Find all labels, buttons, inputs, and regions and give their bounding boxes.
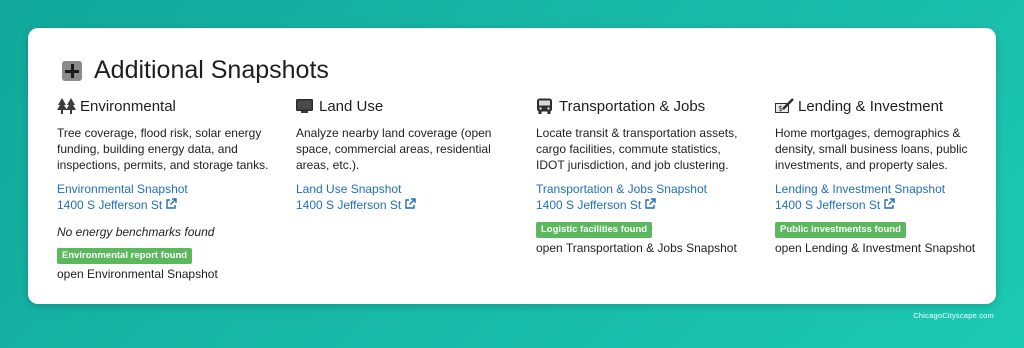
land-use-title: Land Use [319, 97, 384, 115]
snapshots-card: Additional Snapshots Environmental Tree … [28, 28, 996, 304]
land-use-address-text: 1400 S Jefferson St [296, 198, 402, 212]
lending-description: Home mortgages, demographics & density, … [775, 126, 968, 172]
land-use-description: Analyze nearby land coverage (open space… [296, 126, 492, 172]
external-link-icon [884, 198, 895, 209]
environmental-description: Tree coverage, flood risk, solar energy … [57, 126, 269, 172]
transportation-header: Transportation & Jobs [536, 96, 751, 116]
transportation-description: Locate transit & transportation assets, … [536, 126, 738, 172]
land-use-snapshot-link[interactable]: Land Use Snapshot [296, 181, 511, 197]
lending-address-link[interactable]: 1400 S Jefferson St [775, 197, 990, 213]
lending-address-text: 1400 S Jefferson St [775, 198, 881, 212]
open-lending-snapshot[interactable]: open Lending & Investment Snapshot [775, 240, 990, 256]
money-pen-icon: $ [775, 98, 794, 114]
transportation-status-badge: Logistic facilities found [536, 222, 653, 238]
external-link-icon [645, 198, 656, 209]
open-transportation-snapshot[interactable]: open Transportation & Jobs Snapshot [536, 240, 751, 256]
open-environmental-snapshot[interactable]: open Environmental Snapshot [57, 266, 272, 282]
environmental-column: Environmental Tree coverage, flood risk,… [57, 96, 272, 282]
environmental-snapshot-link[interactable]: Environmental Snapshot [57, 181, 272, 197]
svg-text:$: $ [778, 104, 783, 113]
land-use-header: Land Use [296, 96, 511, 116]
transportation-address-text: 1400 S Jefferson St [536, 198, 642, 212]
land-use-address-link[interactable]: 1400 S Jefferson St [296, 197, 511, 213]
external-link-icon [166, 198, 177, 209]
watermark: ChicagoCityscape.com [913, 311, 994, 320]
bus-icon [536, 98, 555, 114]
environmental-address-text: 1400 S Jefferson St [57, 198, 163, 212]
transportation-snapshot-link[interactable]: Transportation & Jobs Snapshot [536, 181, 751, 197]
external-link-icon [405, 198, 416, 209]
land-use-column: Land Use Analyze nearby land coverage (o… [296, 96, 511, 213]
transportation-title: Transportation & Jobs [559, 97, 706, 115]
environmental-address-link[interactable]: 1400 S Jefferson St [57, 197, 272, 213]
lending-status-badge: Public investmentss found [775, 222, 906, 238]
card-header: Additional Snapshots [62, 56, 329, 85]
energy-benchmark-note: No energy benchmarks found [57, 225, 215, 239]
environmental-header: Environmental [57, 96, 272, 116]
plus-square-icon [62, 60, 82, 81]
lending-column: $ Lending & Investment Home mortgages, d… [775, 96, 990, 256]
transportation-address-link[interactable]: 1400 S Jefferson St [536, 197, 751, 213]
lending-snapshot-link[interactable]: Lending & Investment Snapshot [775, 181, 990, 197]
environmental-status-badge: Environmental report found [57, 248, 193, 264]
trees-icon [57, 98, 76, 114]
environmental-title: Environmental [80, 97, 176, 115]
lending-title: Lending & Investment [798, 97, 944, 115]
monitor-icon [296, 98, 315, 114]
card-title: Additional Snapshots [94, 56, 329, 84]
transportation-column: Transportation & Jobs Locate transit & t… [536, 96, 751, 256]
lending-header: $ Lending & Investment [775, 96, 990, 116]
